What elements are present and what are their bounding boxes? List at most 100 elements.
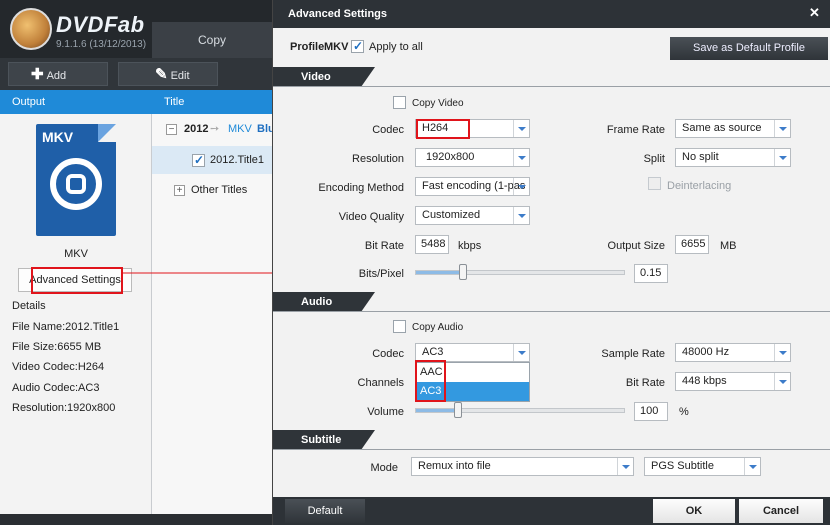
output-size-input[interactable]: 6655 [675,235,709,254]
expand-icon[interactable]: + [174,185,185,196]
audio-bit-rate-value: 448 kbps [682,375,727,387]
subtitle-format-value: PGS Subtitle [651,460,714,472]
sample-rate-select[interactable]: 48000 Hz [675,343,791,362]
output-format-label: MKV [64,248,88,260]
subtitle-mode-value: Remux into file [418,460,491,472]
video-quality-label: Video Quality [338,211,404,223]
bits-pixel-label: Bits/Pixel [358,268,404,280]
chevron-down-icon [774,120,790,137]
bits-pixel-slider-thumb[interactable] [459,264,467,280]
edit-button[interactable]: ✎ Edit [118,62,218,86]
tab-copy[interactable]: Copy [152,22,272,58]
profile-bar: Profile MKV Apply to all Save as Default… [273,28,830,66]
output-size-label: Output Size [607,240,665,252]
column-header: Output Title [0,90,272,114]
audio-bit-rate-select[interactable]: 448 kbps [675,372,791,391]
title-checkbox[interactable] [192,153,205,167]
bits-pixel-slider-fill [416,271,464,274]
column-title: Title [164,96,185,108]
app-name: DVDFab [56,12,145,37]
split-value: No split [682,151,719,163]
collapse-icon[interactable]: − [166,124,177,135]
chevron-down-icon [774,373,790,390]
copy-video-label: Copy Video [412,98,464,109]
section-divider [273,311,830,312]
highlight-box [415,360,446,402]
resolution-label: Resolution [352,153,404,165]
audio-bit-rate-label: Bit Rate [625,377,665,389]
add-button[interactable]: ✚ Add [8,62,108,86]
close-icon[interactable]: ✕ [809,5,820,21]
profile-label: Profile [290,41,325,53]
save-default-profile-button[interactable]: Save as Default Profile [670,37,828,60]
copy-video-checkbox[interactable] [393,96,406,109]
detail-file-size: File Size:6655 MB [12,341,102,353]
dialog-titlebar: Advanced Settings ✕ [273,0,830,28]
ok-button[interactable]: OK [653,499,735,523]
chevron-down-icon [744,458,760,475]
subtitle-format-select[interactable]: PGS Subtitle [644,457,761,476]
subtitle-mode-label: Mode [370,462,398,474]
title-item-selected[interactable]: 2012.Title1 [152,146,272,174]
chevron-down-icon [513,207,529,224]
resolution-select[interactable]: 1920x800 [415,148,530,167]
profile-value: MKV [324,41,349,53]
dialog-title: Advanced Settings [288,8,388,20]
chevron-down-icon [774,149,790,166]
bit-rate-unit: kbps [458,240,482,252]
copy-audio-checkbox[interactable] [393,320,406,333]
volume-slider-fill [416,409,458,412]
edit-label: Edit [170,70,190,82]
action-bar: ✚ Add ✎ Edit [0,58,272,90]
frame-rate-label: Frame Rate [606,124,665,136]
app-version: 9.1.1.6 (13/12/2013) [56,39,147,50]
bits-pixel-slider[interactable] [415,270,625,275]
other-titles-row[interactable]: + Other Titles [152,182,272,202]
video-quality-select[interactable]: Customized [415,206,530,225]
section-divider [273,449,830,450]
mkv-format-icon: MKV [36,124,116,236]
split-select[interactable]: No split [675,148,791,167]
volume-slider[interactable] [415,408,625,413]
volume-label: Volume [367,406,404,418]
detail-audio-codec: Audio Codec:AC3 [12,382,100,394]
detail-file-name: File Name:2012.Title1 [12,321,120,333]
other-titles: Other Titles [191,184,248,196]
encoding-method-select[interactable]: Fast encoding (1-pas [415,177,530,196]
title-panel: − 2012 ➙ MKV Blu 2012.Title1 + Other Tit… [152,114,275,514]
details-heading: Details [12,300,46,312]
root-format: MKV [228,123,252,135]
dialog-footer: Default OK Cancel [273,497,830,525]
mkv-glyph-inner [66,174,86,194]
bits-pixel-input[interactable]: 0.15 [634,264,668,283]
chevron-down-icon [513,149,529,166]
audio-codec-label: Codec [372,348,404,360]
title-tree-root[interactable]: − 2012 ➙ MKV Blu [152,118,275,142]
subtitle-mode-select[interactable]: Remux into file [411,457,634,476]
chevron-down-icon [513,120,529,137]
volume-slider-thumb[interactable] [454,402,462,418]
sample-rate-label: Sample Rate [601,348,665,360]
page-corner [98,124,116,142]
copy-audio-label: Copy Audio [412,322,464,333]
apply-to-all-label: Apply to all [369,41,423,53]
output-size-unit: MB [720,240,737,252]
audio-codec-value: AC3 [422,346,444,358]
deinterlacing-checkbox[interactable] [648,177,661,190]
default-button[interactable]: Default [285,499,365,523]
frame-rate-select[interactable]: Same as source [675,119,791,138]
highlight-box [31,267,123,294]
cancel-button[interactable]: Cancel [739,499,823,523]
split-label: Split [643,153,665,165]
apply-to-all-checkbox[interactable] [351,39,364,53]
frame-rate-value: Same as source [682,122,762,134]
volume-unit: % [679,406,689,418]
bit-rate-label: Bit Rate [364,240,404,252]
add-label: Add [46,70,67,82]
bit-rate-input[interactable]: 5488 [415,235,449,254]
mkv-icon-label: MKV [42,129,74,145]
encoding-method-value: Fast encoding (1-pas [422,180,526,192]
output-panel: MKV MKV Advanced Settings Details File N… [0,114,152,514]
dvdfab-logo-icon [10,8,52,50]
volume-input[interactable]: 100 [634,402,668,421]
